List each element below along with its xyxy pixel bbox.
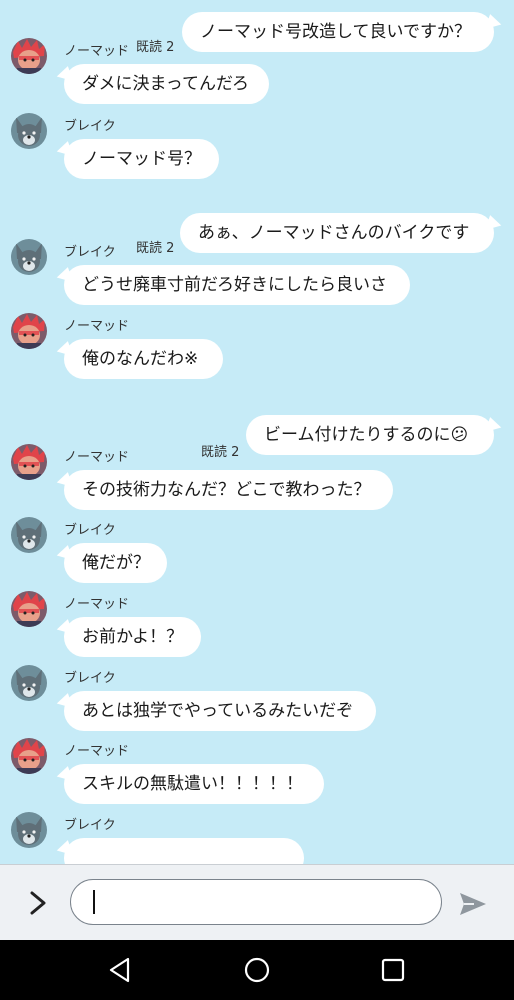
sender-name: ノーマッド [64,450,130,465]
sender-name: ブレイク [64,245,116,260]
system-navigation-bar [0,940,514,1000]
blake-avatar[interactable] [11,665,47,701]
blake-avatar[interactable] [11,517,47,553]
read-receipt: 既読 2 [201,445,240,460]
message-input[interactable] [70,879,442,925]
nomad-avatar[interactable] [11,444,47,480]
incoming-message-bubble[interactable]: その技術力なんだ？どこで教わった？ [64,470,393,510]
sender-name: ノーマッド [64,319,130,334]
incoming-message-bubble[interactable]: 俺のなんだわ※ [64,339,223,379]
blake-avatar[interactable] [11,812,47,848]
outgoing-message-bubble[interactable]: ノーマッド号改造して良いですか？ [182,12,494,52]
incoming-message-bubble[interactable]: ノーマッド号？ [64,139,219,179]
incoming-message-bubble[interactable] [64,838,304,864]
read-receipt: 既読 2 [136,40,175,55]
sender-name: ブレイク [64,119,116,134]
nav-back-button[interactable] [104,954,136,986]
sender-name: ノーマッド [64,597,130,612]
blake-avatar[interactable] [11,113,47,149]
expand-button[interactable] [22,887,54,919]
nomad-avatar[interactable] [11,313,47,349]
chevron-right-icon [30,891,46,915]
nav-home-button[interactable] [241,954,273,986]
sender-name: ブレイク [64,818,116,833]
incoming-message-bubble[interactable]: スキルの無駄遣い！！！！！ [64,764,324,804]
recents-square-icon [381,958,405,982]
outgoing-message-bubble[interactable]: あぁ、ノーマッドさんのバイクです [180,213,494,253]
nav-recents-button[interactable] [377,954,409,986]
incoming-message-bubble[interactable]: 俺だが？ [64,543,167,583]
composer-bar [0,864,514,941]
nomad-avatar[interactable] [11,738,47,774]
incoming-message-bubble[interactable]: お前かよ！？ [64,617,201,657]
read-receipt: 既読 2 [136,241,175,256]
back-triangle-icon [109,957,130,983]
blake-avatar[interactable] [11,239,47,275]
chat-area[interactable]: ノーマッド号改造して良いですか？ 既読 2 ノーマッド ダメに決まってんだろ ブレイクノ… [0,0,514,864]
nomad-avatar[interactable] [11,591,47,627]
sender-name: ノーマッド [64,744,130,759]
text-caret [93,890,95,914]
sender-name: ノーマッド [64,44,130,59]
home-circle-icon [244,957,270,983]
incoming-message-bubble[interactable]: ダメに決まってんだろ [64,64,269,104]
send-icon [460,893,486,915]
nomad-avatar[interactable] [11,38,47,74]
sender-name: ブレイク [64,523,116,538]
sender-name: ブレイク [64,671,116,686]
outgoing-message-bubble[interactable]: ビーム付けたりするのに😕 [246,415,494,455]
incoming-message-bubble[interactable]: あとは独学でやっているみたいだぞ [64,691,376,731]
incoming-message-bubble[interactable]: どうせ廃車寸前だろ好きにしたら良いさ [64,265,410,305]
send-button[interactable] [456,887,490,921]
